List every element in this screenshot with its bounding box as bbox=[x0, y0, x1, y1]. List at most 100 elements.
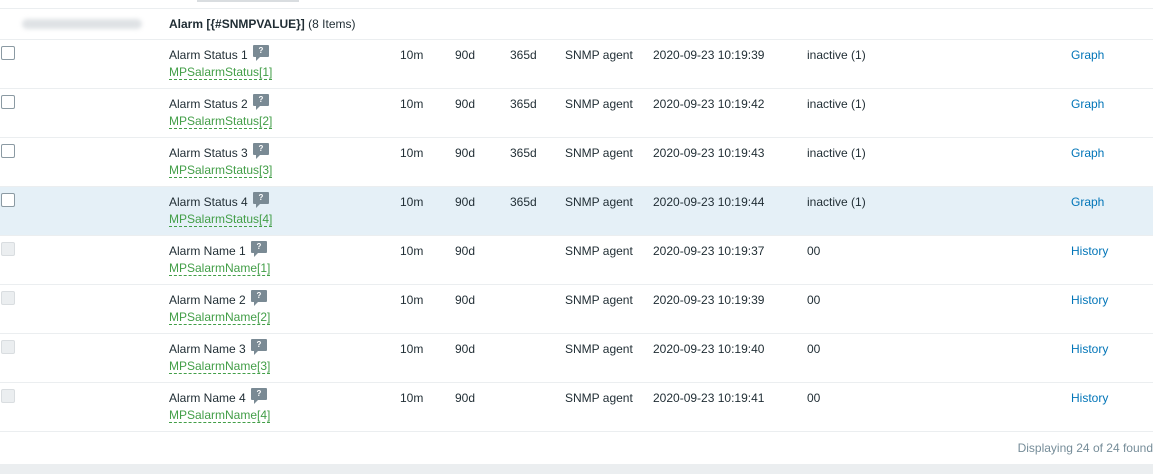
history-period: 90d bbox=[455, 48, 476, 62]
update-interval: 10m bbox=[400, 195, 424, 209]
last-check: 2020-09-23 10:19:43 bbox=[653, 146, 765, 160]
last-value: inactive (1) bbox=[807, 97, 866, 111]
top-divider bbox=[0, 0, 1153, 9]
item-key-link[interactable]: MPSalarmName[3] bbox=[169, 360, 271, 374]
table-row[interactable]: Alarm Status 4? MPSalarmStatus[4] 10m 90d 36… bbox=[0, 187, 1153, 236]
item-name: Alarm Name 1 bbox=[169, 244, 246, 258]
item-type: SNMP agent bbox=[565, 146, 633, 160]
item-key-link[interactable]: MPSalarmName[2] bbox=[169, 311, 271, 325]
table-row[interactable]: Alarm Name 4? MPSalarmName[4] 10m 90d SNMP a… bbox=[0, 383, 1153, 432]
description-icon[interactable]: ? bbox=[251, 339, 267, 355]
item-name: Alarm Name 4 bbox=[169, 391, 246, 405]
table-row[interactable]: Alarm Name 3? MPSalarmName[3] 10m 90d SNMP a… bbox=[0, 334, 1153, 383]
action-link[interactable]: Graph bbox=[1071, 48, 1104, 62]
item-key-link[interactable]: MPSalarmStatus[2] bbox=[169, 115, 273, 129]
update-interval: 10m bbox=[400, 244, 424, 258]
trends-period: 365d bbox=[510, 48, 537, 62]
bottom-bar bbox=[0, 464, 1153, 474]
item-name: Alarm Name 3 bbox=[169, 342, 246, 356]
action-link[interactable]: Graph bbox=[1071, 146, 1104, 160]
update-interval: 10m bbox=[400, 146, 424, 160]
update-interval: 10m bbox=[400, 342, 424, 356]
description-icon[interactable]: ? bbox=[251, 290, 267, 306]
history-period: 90d bbox=[455, 244, 476, 258]
item-type: SNMP agent bbox=[565, 391, 633, 405]
row-checkbox[interactable] bbox=[1, 193, 15, 207]
last-check: 2020-09-23 10:19:40 bbox=[653, 342, 765, 356]
action-link[interactable]: History bbox=[1071, 244, 1108, 258]
last-check: 2020-09-23 10:19:44 bbox=[653, 195, 765, 209]
table-row[interactable]: Alarm Status 2? MPSalarmStatus[2] 10m 90d 36… bbox=[0, 89, 1153, 138]
last-value: 00 bbox=[807, 342, 821, 356]
group-name: Alarm [{#SNMPVALUE}] bbox=[169, 17, 305, 31]
item-name: Alarm Name 2 bbox=[169, 293, 246, 307]
last-value: 00 bbox=[807, 244, 821, 258]
update-interval: 10m bbox=[400, 97, 424, 111]
update-interval: 10m bbox=[400, 391, 424, 405]
table-stats: Displaying 24 of 24 found bbox=[1017, 441, 1153, 455]
item-type: SNMP agent bbox=[565, 195, 633, 209]
item-key-link[interactable]: MPSalarmStatus[4] bbox=[169, 213, 273, 227]
item-name: Alarm Status 1 bbox=[169, 48, 248, 62]
last-check: 2020-09-23 10:19:41 bbox=[653, 391, 765, 405]
last-check: 2020-09-23 10:19:42 bbox=[653, 97, 765, 111]
history-period: 90d bbox=[455, 97, 476, 111]
update-interval: 10m bbox=[400, 48, 424, 62]
description-icon[interactable]: ? bbox=[253, 94, 269, 110]
item-type: SNMP agent bbox=[565, 244, 633, 258]
row-checkbox[interactable] bbox=[1, 144, 15, 158]
group-header: Alarm [{#SNMPVALUE}] (8 Items) bbox=[0, 9, 1153, 40]
update-interval: 10m bbox=[400, 293, 424, 307]
item-type: SNMP agent bbox=[565, 48, 633, 62]
last-check: 2020-09-23 10:19:39 bbox=[653, 48, 765, 62]
item-key-link[interactable]: MPSalarmStatus[1] bbox=[169, 66, 273, 80]
last-check: 2020-09-23 10:19:39 bbox=[653, 293, 765, 307]
history-period: 90d bbox=[455, 146, 476, 160]
blurred-host-name bbox=[22, 19, 142, 29]
group-title: Alarm [{#SNMPVALUE}] (8 Items) bbox=[169, 17, 356, 31]
row-checkbox bbox=[1, 291, 15, 305]
row-checkbox bbox=[1, 389, 15, 403]
description-icon[interactable]: ? bbox=[253, 192, 269, 208]
group-count: (8 Items) bbox=[308, 17, 356, 31]
trends-period: 365d bbox=[510, 195, 537, 209]
row-checkbox bbox=[1, 340, 15, 354]
table-row[interactable]: Alarm Status 3? MPSalarmStatus[3] 10m 90d 36… bbox=[0, 138, 1153, 187]
table-row[interactable]: Alarm Name 1? MPSalarmName[1] 10m 90d SNMP a… bbox=[0, 236, 1153, 285]
table-row[interactable]: Alarm Status 1? MPSalarmStatus[1] 10m 90d 36… bbox=[0, 40, 1153, 89]
item-name: Alarm Status 3 bbox=[169, 146, 248, 160]
last-value: 00 bbox=[807, 293, 821, 307]
description-icon[interactable]: ? bbox=[251, 388, 267, 404]
row-checkbox[interactable] bbox=[1, 46, 15, 60]
trends-period: 365d bbox=[510, 146, 537, 160]
last-value: 00 bbox=[807, 391, 821, 405]
history-period: 90d bbox=[455, 293, 476, 307]
history-period: 90d bbox=[455, 391, 476, 405]
last-value: inactive (1) bbox=[807, 146, 866, 160]
scroll-indicator bbox=[197, 0, 299, 2]
last-value: inactive (1) bbox=[807, 195, 866, 209]
item-type: SNMP agent bbox=[565, 293, 633, 307]
description-icon[interactable]: ? bbox=[251, 241, 267, 257]
trends-period: 365d bbox=[510, 97, 537, 111]
description-icon[interactable]: ? bbox=[253, 45, 269, 61]
action-link[interactable]: History bbox=[1071, 342, 1108, 356]
last-value: inactive (1) bbox=[807, 48, 866, 62]
row-checkbox[interactable] bbox=[1, 95, 15, 109]
action-link[interactable]: History bbox=[1071, 293, 1108, 307]
last-check: 2020-09-23 10:19:37 bbox=[653, 244, 765, 258]
description-icon[interactable]: ? bbox=[253, 143, 269, 159]
item-key-link[interactable]: MPSalarmStatus[3] bbox=[169, 164, 273, 178]
row-checkbox bbox=[1, 242, 15, 256]
item-type: SNMP agent bbox=[565, 97, 633, 111]
action-link[interactable]: Graph bbox=[1071, 195, 1104, 209]
table-row[interactable]: Alarm Name 2? MPSalarmName[2] 10m 90d SNMP a… bbox=[0, 285, 1153, 334]
item-type: SNMP agent bbox=[565, 342, 633, 356]
history-period: 90d bbox=[455, 195, 476, 209]
history-period: 90d bbox=[455, 342, 476, 356]
action-link[interactable]: History bbox=[1071, 391, 1108, 405]
item-name: Alarm Status 4 bbox=[169, 195, 248, 209]
item-key-link[interactable]: MPSalarmName[4] bbox=[169, 409, 271, 423]
action-link[interactable]: Graph bbox=[1071, 97, 1104, 111]
item-key-link[interactable]: MPSalarmName[1] bbox=[169, 262, 271, 276]
